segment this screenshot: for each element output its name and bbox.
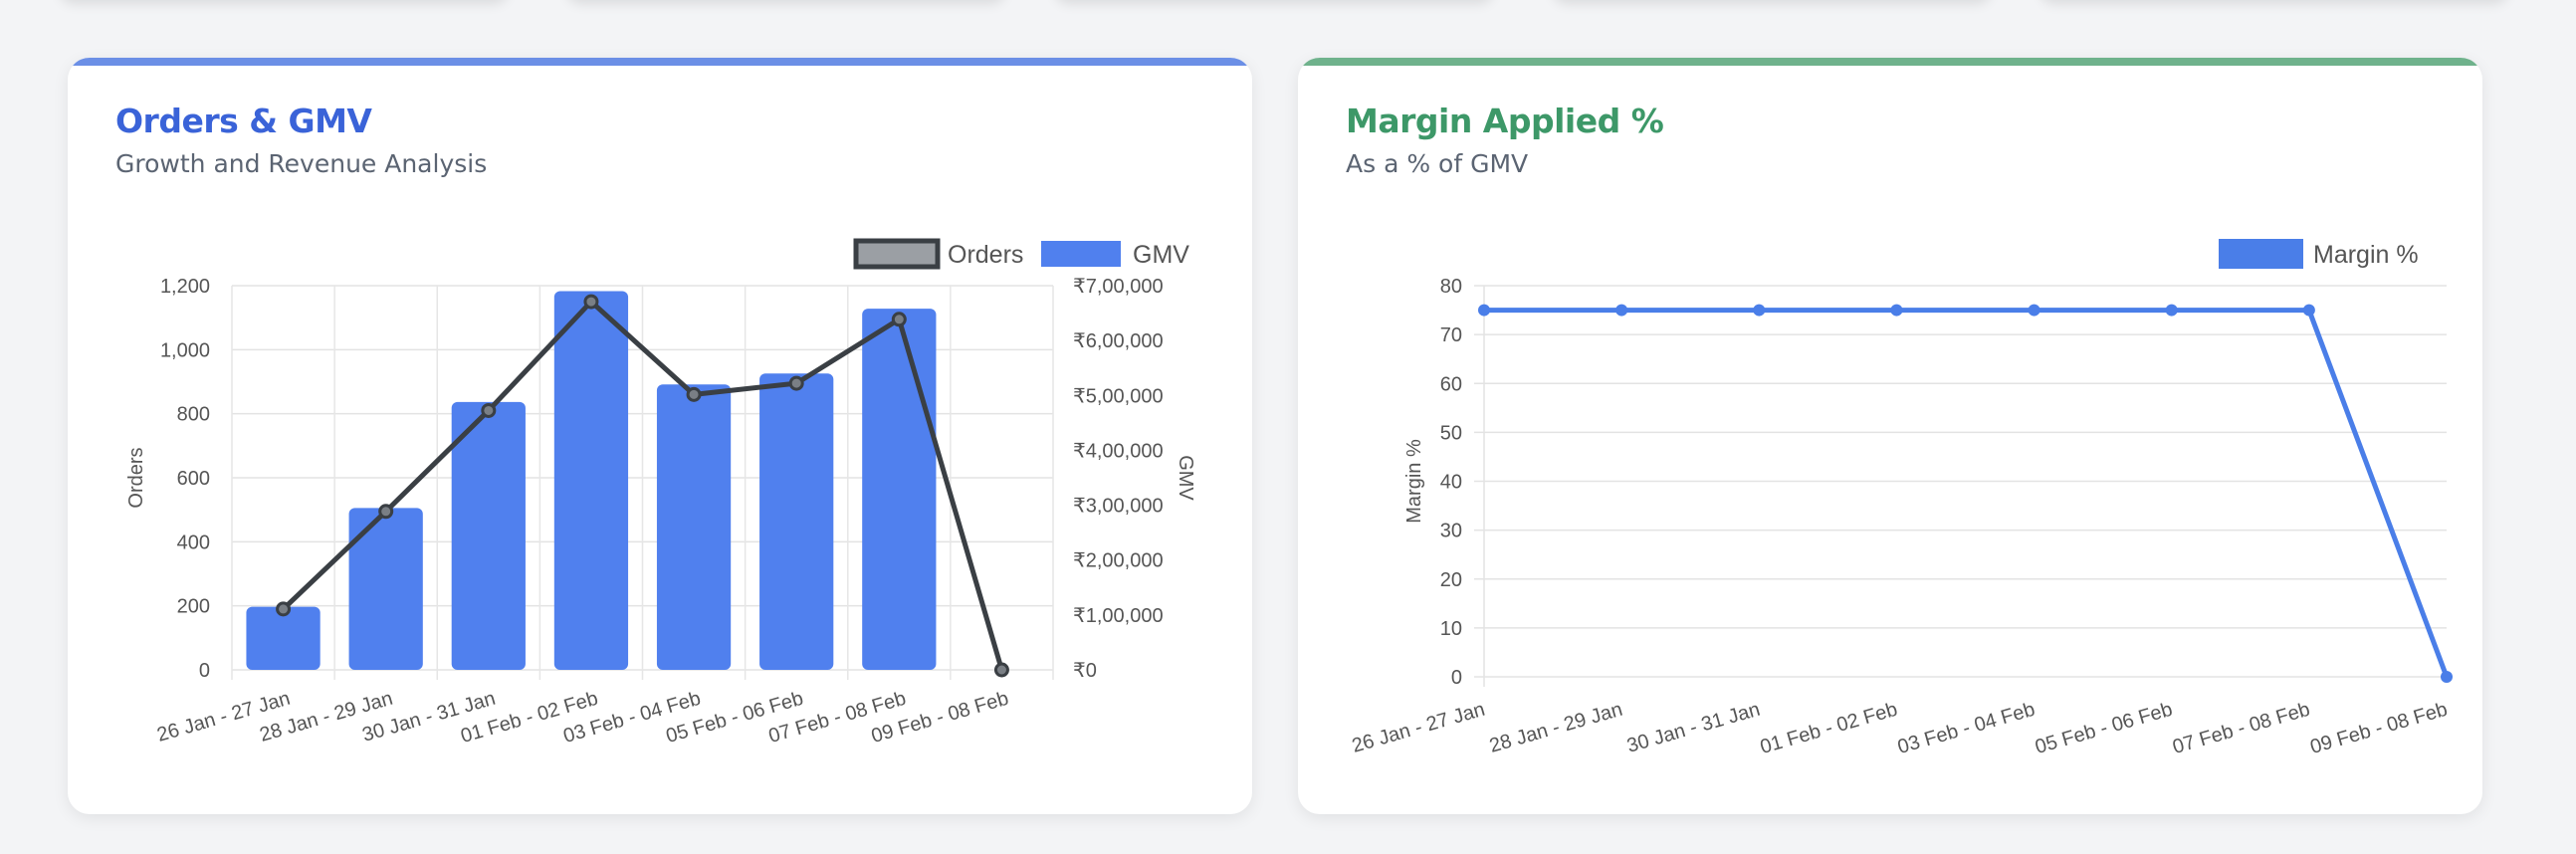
y-tick-label: 20 (1440, 569, 1462, 591)
margin-point (1615, 304, 1628, 317)
gmv-legend-label: GMV (1133, 241, 1189, 269)
orders-point (788, 375, 804, 391)
x-tick-label: 26 Jan - 27 Jan (1350, 699, 1488, 757)
orders-point (481, 402, 497, 418)
y-tick-label: 0 (1451, 667, 1462, 689)
y-tick-label: 80 (1440, 276, 1462, 298)
gmv-bar (759, 373, 834, 670)
y2-tick-label: ₹6,00,000 (1073, 330, 1164, 352)
gmv-bar (553, 291, 629, 670)
margin-point (2441, 671, 2453, 683)
y-tick-label: 60 (1440, 373, 1462, 395)
margin-point (2302, 304, 2315, 317)
margin-point (2028, 304, 2040, 317)
orders-point (276, 601, 292, 617)
y-tick-label: 1,000 (160, 339, 210, 361)
y2-tick-label: ₹2,00,000 (1073, 550, 1164, 572)
margin-legend-label: Margin % (2313, 241, 2419, 269)
margin-chart: 0 10 20 30 40 50 60 70 80 26 Jan - 27 Jan 28 Jan -… (1350, 239, 2453, 758)
margin-card: Margin Applied % As a % of GMV 0 10 20 30 40… (1298, 58, 2482, 814)
orders-legend-swatch (853, 238, 941, 270)
margin-point (1478, 304, 1490, 317)
y-tick-label: 10 (1440, 618, 1462, 640)
y-tick-label: 70 (1440, 324, 1462, 346)
gmv-bar (862, 309, 937, 670)
y-tick-label: 600 (177, 468, 210, 490)
margin-line (1484, 308, 2450, 678)
y-tick-label: 40 (1440, 472, 1462, 494)
y-axis-title: Margin % (1403, 439, 1425, 524)
gmv-legend-swatch (1041, 241, 1121, 267)
x-tick-label: 09 Feb - 08 Feb (2308, 699, 2451, 758)
margin-point (2165, 304, 2178, 317)
margin-point (1753, 304, 1766, 317)
x-tick-label: 01 Feb - 02 Feb (1758, 699, 1900, 758)
orders-point (891, 312, 907, 327)
y2-tick-label: ₹3,00,000 (1073, 496, 1164, 518)
y-tick-label: 50 (1440, 422, 1462, 444)
y-tick-label: 30 (1440, 521, 1462, 542)
y-tick-label: 800 (177, 404, 210, 426)
orders-legend-label: Orders (948, 241, 1023, 269)
orders-point (583, 294, 599, 310)
y2-tick-label: ₹5,00,000 (1073, 385, 1164, 407)
y2-axis-title: GMV (1175, 455, 1196, 501)
y-axis-title: Orders (125, 447, 147, 508)
margin-point (1890, 304, 1903, 317)
orders-gmv-card: Orders & GMV Growth and Revenue Analysis… (68, 58, 1252, 814)
orders-point (686, 386, 702, 402)
x-tick-label: 07 Feb - 08 Feb (2170, 699, 2312, 758)
x-tick-label: 05 Feb - 06 Feb (2033, 699, 2175, 758)
orders-point (378, 504, 394, 520)
x-tick-label: 28 Jan - 29 Jan (1487, 699, 1625, 757)
x-tick-label: 03 Feb - 04 Feb (1895, 699, 2038, 758)
gmv-bar (451, 401, 526, 670)
y2-tick-label: ₹7,00,000 (1073, 276, 1164, 298)
gmv-bar (656, 384, 732, 670)
y-tick-label: 1,200 (160, 276, 210, 298)
orders-gmv-chart: 0 200 400 600 800 1,000 1,200 ₹0 ₹1,00,000 ₹2,00,… (125, 238, 1196, 747)
x-tick-label: 30 Jan - 31 Jan (1624, 699, 1763, 757)
y2-tick-label: ₹4,00,000 (1073, 440, 1164, 462)
gmv-bar (348, 508, 423, 670)
y-tick-label: 400 (177, 532, 210, 553)
orders-point (993, 662, 1009, 678)
y2-tick-label: ₹1,00,000 (1073, 605, 1164, 627)
y-tick-label: 0 (199, 660, 210, 682)
margin-legend-swatch (2219, 239, 2303, 269)
y-tick-label: 200 (177, 596, 210, 618)
y2-tick-label: ₹0 (1073, 660, 1097, 682)
